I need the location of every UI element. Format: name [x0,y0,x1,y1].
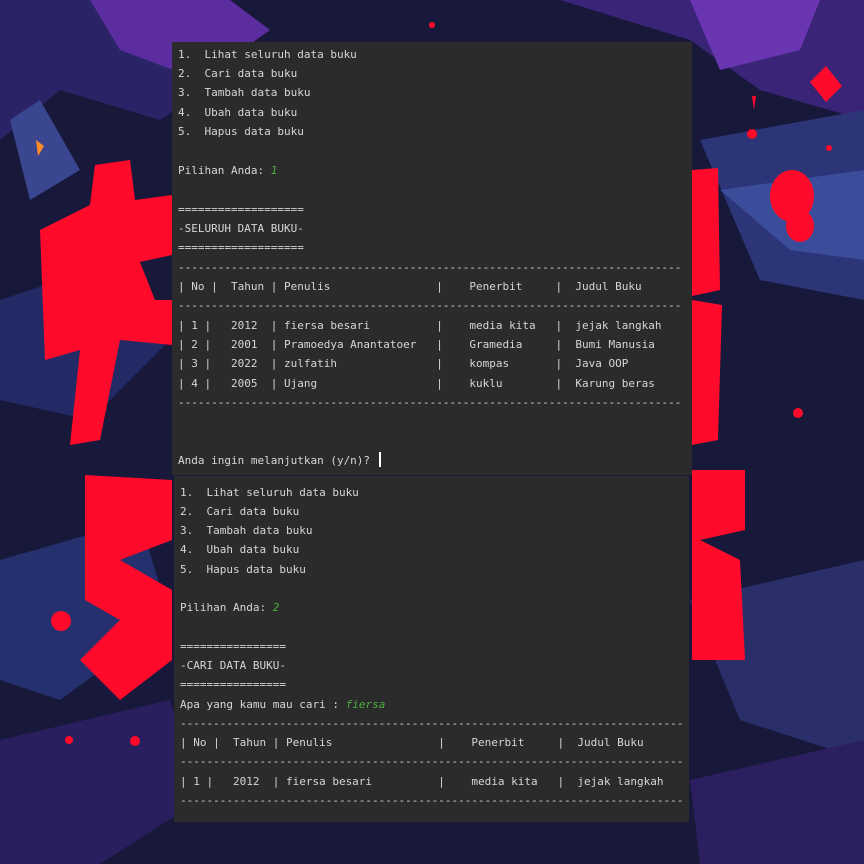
menu-item: 1. Lihat seluruh data buku [178,48,357,61]
choice-input-value: 1 [270,164,278,177]
menu-item: 5. Hapus data buku [180,563,306,576]
search-prompt: Apa yang kamu mau cari : fiersa [180,695,385,714]
menu-item: 2. Cari data buku [180,505,300,518]
menu-item: 4. Ubah data buku [178,106,298,119]
table-row: | 2 | 2001 | Pramoedya Anantatoer | Gram… [178,338,655,351]
section-rule: ================ [180,678,286,691]
table-rule: ----------------------------------------… [180,755,684,768]
menu-item: 5. Hapus data buku [178,125,304,138]
section-rule: ================ [180,640,286,653]
search-prompt-label: Apa yang kamu mau cari : [180,698,346,711]
menu-item: 3. Tambah data buku [180,524,313,537]
choice-prompt-label: Pilihan Anda: [180,601,273,614]
table-row: | 4 | 2005 | Ujang | kuklu | Karung bera… [178,377,655,390]
section-rule: =================== [178,241,304,254]
terminal-window-top[interactable]: 1. Lihat seluruh data buku 2. Cari data … [172,42,692,475]
table-row: | 1 | 2012 | fiersa besari | media kita … [180,775,664,788]
choice-prompt: Pilihan Anda: 1 [178,161,277,180]
choice-input-value: 2 [272,601,280,614]
menu-item: 2. Cari data buku [178,67,298,80]
menu-item: 3. Tambah data buku [178,86,311,99]
terminal-window-bottom[interactable]: 1. Lihat seluruh data buku 2. Cari data … [174,476,689,822]
choice-prompt: Pilihan Anda: 2 [180,598,279,617]
continue-prompt[interactable]: Anda ingin melanjutkan (y/n)? [178,451,381,470]
menu-item: 4. Ubah data buku [180,543,300,556]
table-row: | 1 | 2012 | fiersa besari | media kita … [178,319,662,332]
search-input-value: fiersa [345,698,386,711]
table-header: | No | Tahun | Penulis | Penerbit | Judu… [180,736,644,749]
table-rule: ----------------------------------------… [178,261,682,274]
menu-item: 1. Lihat seluruh data buku [180,486,359,499]
section-rule: =================== [178,203,304,216]
text-cursor [378,452,381,467]
table-rule: ----------------------------------------… [178,396,682,409]
section-title: -CARI DATA BUKU- [180,659,286,672]
table-rule: ----------------------------------------… [180,717,684,730]
section-title: -SELURUH DATA BUKU- [178,222,304,235]
table-row: | 3 | 2022 | zulfatih | kompas | Java OO… [178,357,629,370]
choice-prompt-label: Pilihan Anda: [178,164,271,177]
table-header: | No | Tahun | Penulis | Penerbit | Judu… [178,280,642,293]
table-rule: ----------------------------------------… [180,794,684,807]
continue-prompt-label: Anda ingin melanjutkan (y/n)? [178,454,377,467]
table-rule: ----------------------------------------… [178,299,682,312]
